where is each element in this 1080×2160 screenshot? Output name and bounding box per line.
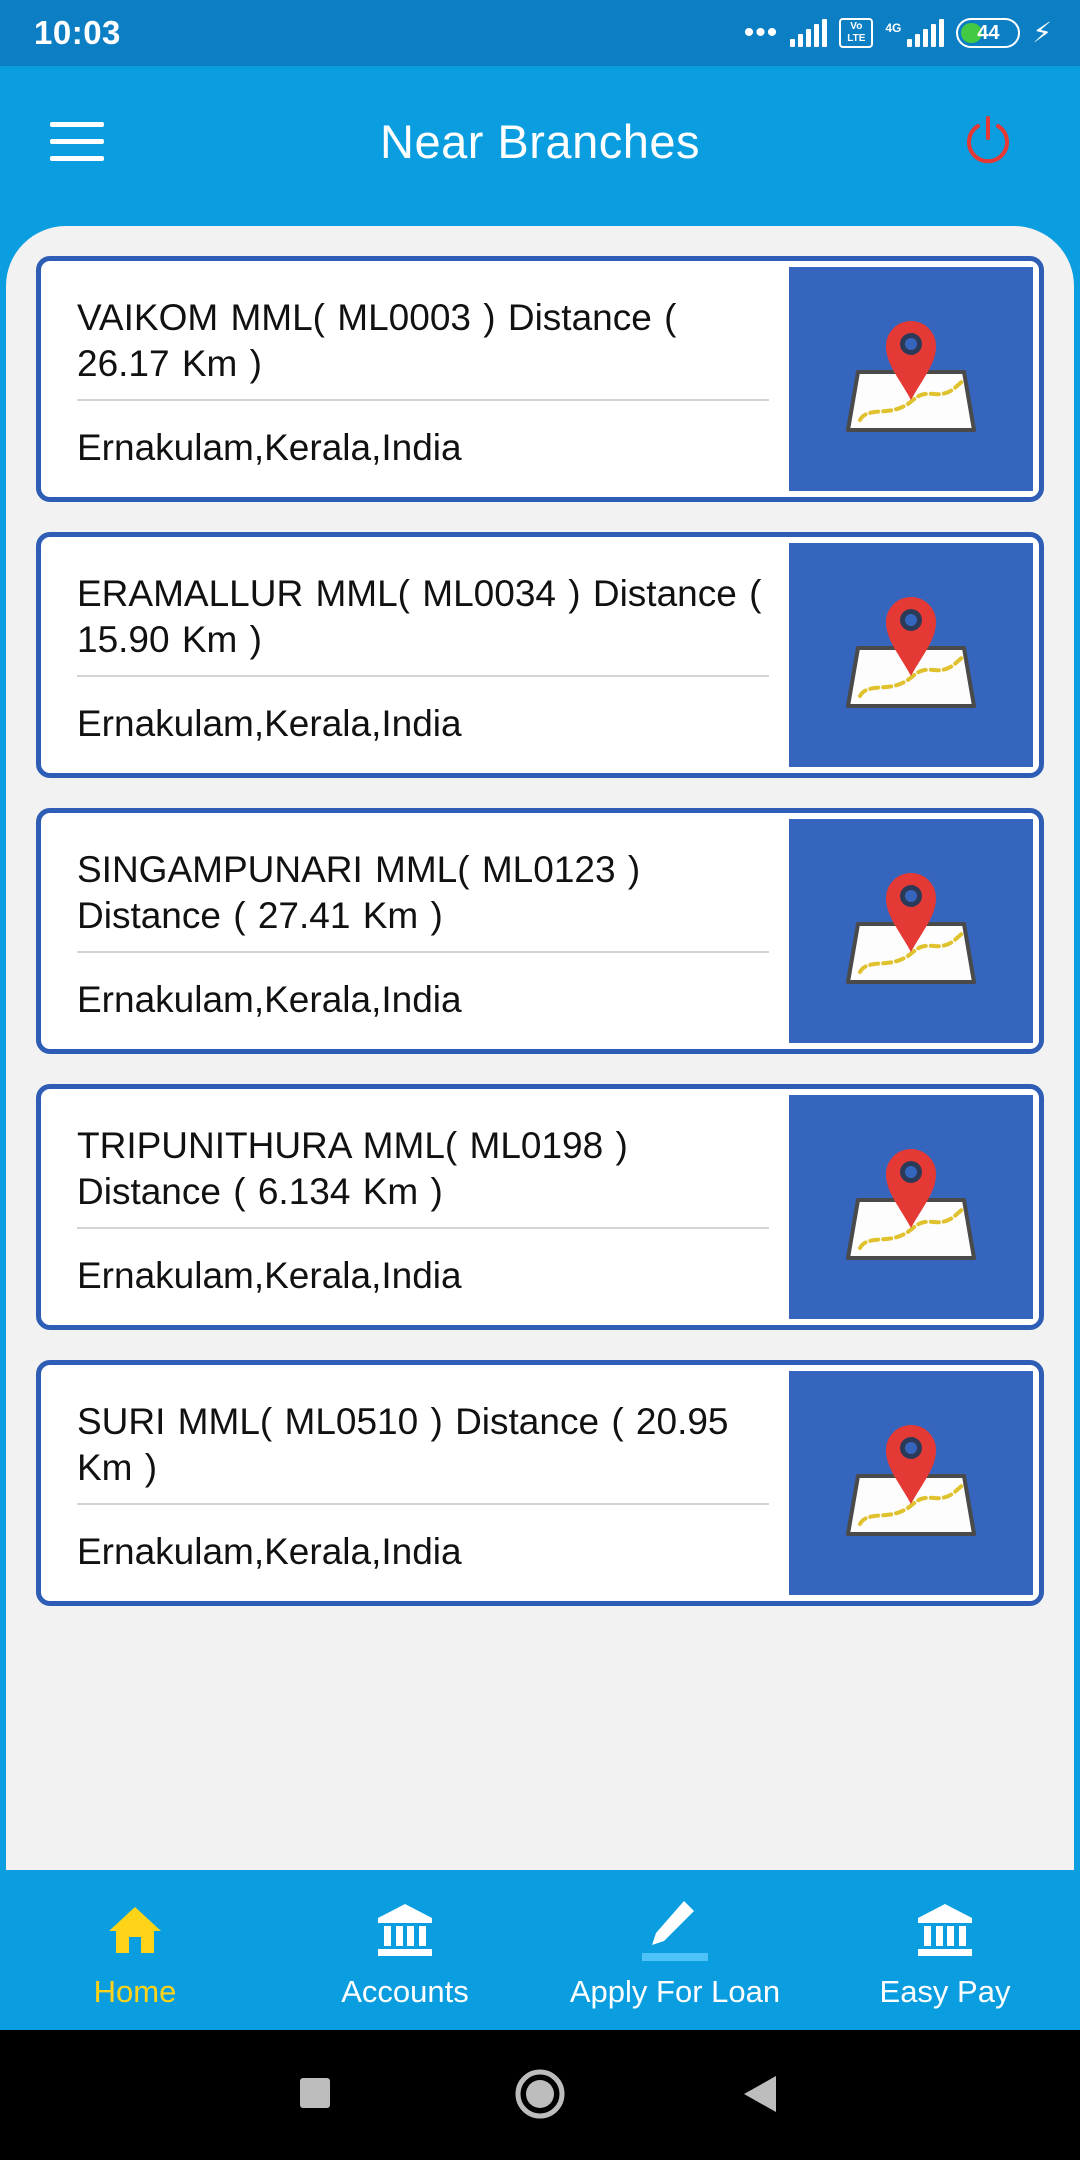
nav-label: Home: [93, 1974, 177, 2009]
map-location-icon[interactable]: [789, 543, 1033, 767]
status-bar: 10:03 ••• Vo LTE 4G 44 ⚡: [0, 0, 1080, 66]
status-time: 10:03: [34, 14, 121, 51]
branch-info: TRIPUNITHURA MML( ML0198 ) Distance ( 6.…: [77, 1123, 769, 1297]
divider: [77, 1227, 769, 1229]
divider: [77, 1503, 769, 1505]
branch-card[interactable]: TRIPUNITHURA MML( ML0198 ) Distance ( 6.…: [36, 1084, 1044, 1330]
nav-easy-pay[interactable]: Easy Pay: [810, 1870, 1080, 2030]
branch-name: ERAMALLUR MML( ML0034 ) Distance ( 15.90…: [77, 573, 762, 660]
nav-accounts[interactable]: Accounts: [270, 1870, 540, 2030]
branch-location: Ernakulam,Kerala,India: [77, 427, 462, 468]
home-icon: [107, 1898, 163, 1962]
divider: [77, 399, 769, 401]
bottom-nav: Home Accounts Apply For Loan Easy Pay: [0, 1870, 1080, 2030]
battery-icon: 44: [956, 18, 1021, 48]
pencil-icon: [640, 1898, 710, 1962]
branch-location: Ernakulam,Kerala,India: [77, 1531, 462, 1572]
branch-card[interactable]: SINGAMPUNARI MML( ML0123 ) Distance ( 27…: [36, 808, 1044, 1054]
divider: [77, 951, 769, 953]
signal-4g-icon: [907, 19, 945, 47]
back-icon[interactable]: [742, 2074, 778, 2119]
bank-icon: [916, 1898, 974, 1962]
bank-icon: [376, 1898, 434, 1962]
branch-card[interactable]: ERAMALLUR MML( ML0034 ) Distance ( 15.90…: [36, 532, 1044, 778]
status-icons: ••• Vo LTE 4G 44 ⚡: [744, 18, 1052, 48]
branch-info: SINGAMPUNARI MML( ML0123 ) Distance ( 27…: [77, 847, 769, 1021]
nav-label: Accounts: [341, 1974, 469, 2009]
app-header: Near Branches: [0, 66, 1080, 226]
home-button-icon[interactable]: [514, 2068, 566, 2125]
branch-location: Ernakulam,Kerala,India: [77, 1255, 462, 1296]
app-screen: 10:03 ••• Vo LTE 4G 44 ⚡ Near Branches V…: [0, 0, 1080, 2160]
map-location-icon[interactable]: [789, 1371, 1033, 1595]
system-nav-bar: [0, 2030, 1080, 2160]
power-icon[interactable]: [962, 114, 1014, 166]
branch-location: Ernakulam,Kerala,India: [77, 703, 462, 744]
recent-apps-icon[interactable]: [298, 2076, 332, 2115]
map-location-icon[interactable]: [789, 267, 1033, 491]
branch-name: VAIKOM MML( ML0003 ) Distance ( 26.17 Km…: [77, 297, 677, 384]
more-dots-icon: •••: [743, 16, 779, 49]
branch-name: TRIPUNITHURA MML( ML0198 ) Distance ( 6.…: [77, 1125, 628, 1212]
branch-location: Ernakulam,Kerala,India: [77, 979, 462, 1020]
network-type: 4G: [885, 21, 902, 35]
nav-label: Apply For Loan: [569, 1974, 781, 2009]
branch-info: VAIKOM MML( ML0003 ) Distance ( 26.17 Km…: [77, 295, 769, 469]
map-location-icon[interactable]: [789, 819, 1033, 1043]
branch-list: VAIKOM MML( ML0003 ) Distance ( 26.17 Km…: [6, 226, 1074, 1870]
nav-apply-for-loan[interactable]: Apply For Loan: [540, 1870, 810, 2030]
charging-icon: ⚡: [1032, 17, 1052, 48]
branch-info: SURI MML( ML0510 ) Distance ( 20.95 Km )…: [77, 1399, 769, 1573]
page-title: Near Branches: [380, 115, 700, 168]
map-location-icon[interactable]: [789, 1095, 1033, 1319]
branch-info: ERAMALLUR MML( ML0034 ) Distance ( 15.90…: [77, 571, 769, 745]
battery-level: 44: [977, 21, 1000, 44]
branch-name: SURI MML( ML0510 ) Distance ( 20.95 Km ): [77, 1401, 729, 1488]
nav-home[interactable]: Home: [0, 1870, 270, 2030]
branch-name: SINGAMPUNARI MML( ML0123 ) Distance ( 27…: [77, 849, 641, 936]
branch-card[interactable]: VAIKOM MML( ML0003 ) Distance ( 26.17 Km…: [36, 256, 1044, 502]
volte-icon: Vo LTE: [839, 18, 874, 48]
branch-card[interactable]: SURI MML( ML0510 ) Distance ( 20.95 Km )…: [36, 1360, 1044, 1606]
signal-icon: [790, 19, 828, 47]
divider: [77, 675, 769, 677]
nav-label: Easy Pay: [879, 1974, 1011, 2009]
